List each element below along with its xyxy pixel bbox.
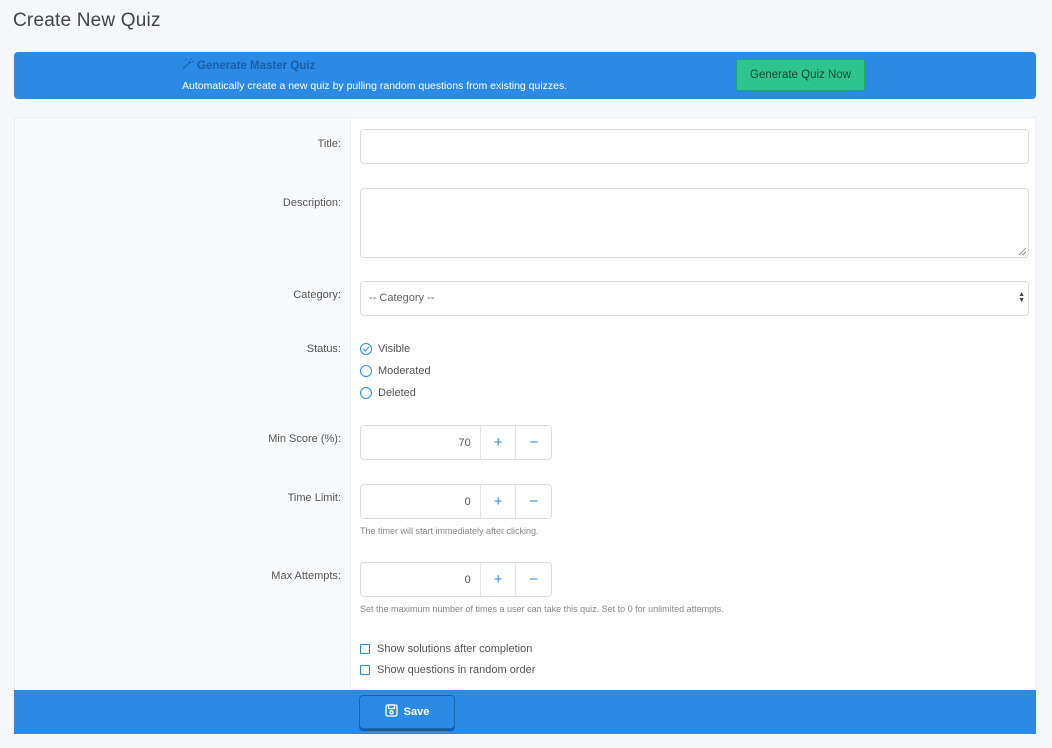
status-option-visible[interactable]: Visible <box>360 343 410 355</box>
description-label: Description: <box>282 197 341 209</box>
quiz-form-panel: Title: Description: Category: -- Categor… <box>14 117 1036 691</box>
max-attempts-label: Max Attempts: <box>271 570 341 582</box>
select-arrows-icon: ▲ ▼ <box>1018 291 1025 304</box>
min-score-decrement-button[interactable]: − <box>515 426 551 459</box>
max-attempts-help-text: Set the maximum number of times a user c… <box>360 604 724 614</box>
status-option-label: Moderated <box>378 365 431 377</box>
category-selected-value: -- Category -- <box>369 292 435 304</box>
min-score-label: Min Score (%): <box>268 433 341 445</box>
show-solutions-checkbox-row[interactable]: Show solutions after completion <box>360 643 532 655</box>
status-option-moderated[interactable]: Moderated <box>360 365 431 377</box>
page-title: Create New Quiz <box>13 10 161 31</box>
title-input[interactable] <box>360 129 1029 164</box>
radio-checked-icon[interactable] <box>360 343 372 355</box>
banner-description: Automatically create a new quiz by pulli… <box>182 80 568 92</box>
status-option-label: Deleted <box>378 387 416 399</box>
description-textarea[interactable] <box>360 188 1029 258</box>
banner-title: Generate Master Quiz <box>182 58 315 73</box>
generate-master-quiz-banner: Generate Master Quiz Automatically creat… <box>14 52 1036 99</box>
generate-quiz-now-button[interactable]: Generate Quiz Now <box>736 59 865 91</box>
time-limit-stepper: 0 + − <box>360 484 552 519</box>
time-limit-input[interactable]: 0 <box>361 485 480 518</box>
banner-title-text: Generate Master Quiz <box>197 59 316 72</box>
time-limit-increment-button[interactable]: + <box>479 485 516 518</box>
resize-handle-icon[interactable] <box>1019 248 1026 255</box>
max-attempts-increment-button[interactable]: + <box>479 563 516 596</box>
category-select[interactable]: -- Category -- ▲ ▼ <box>360 281 1029 316</box>
radio-icon[interactable] <box>360 387 372 399</box>
time-limit-help-text: The timer will start immediately after c… <box>360 526 539 536</box>
min-score-input[interactable]: 70 <box>361 426 480 459</box>
magic-wand-icon <box>182 58 194 73</box>
category-label: Category: <box>293 289 341 301</box>
save-label: Save <box>403 706 430 718</box>
status-option-deleted[interactable]: Deleted <box>360 387 416 399</box>
title-label: Title: <box>317 138 341 150</box>
status-option-label: Visible <box>378 343 411 355</box>
checkbox-icon[interactable] <box>360 665 370 675</box>
checkbox-label: Show questions in random order <box>377 664 536 676</box>
min-score-increment-button[interactable]: + <box>479 426 516 459</box>
checkbox-icon[interactable] <box>360 644 370 654</box>
save-button[interactable]: Save <box>359 695 455 729</box>
max-attempts-decrement-button[interactable]: − <box>515 563 551 596</box>
radio-icon[interactable] <box>360 365 372 377</box>
time-limit-label: Time Limit: <box>287 492 341 504</box>
save-icon <box>384 704 398 720</box>
time-limit-decrement-button[interactable]: − <box>515 485 551 518</box>
status-label: Status: <box>306 343 341 355</box>
form-footer: Save <box>14 690 1036 734</box>
random-order-checkbox-row[interactable]: Show questions in random order <box>360 664 535 676</box>
min-score-stepper: 70 + − <box>360 425 552 460</box>
max-attempts-stepper: 0 + − <box>360 562 552 597</box>
max-attempts-input[interactable]: 0 <box>361 563 480 596</box>
checkbox-label: Show solutions after completion <box>377 643 533 655</box>
